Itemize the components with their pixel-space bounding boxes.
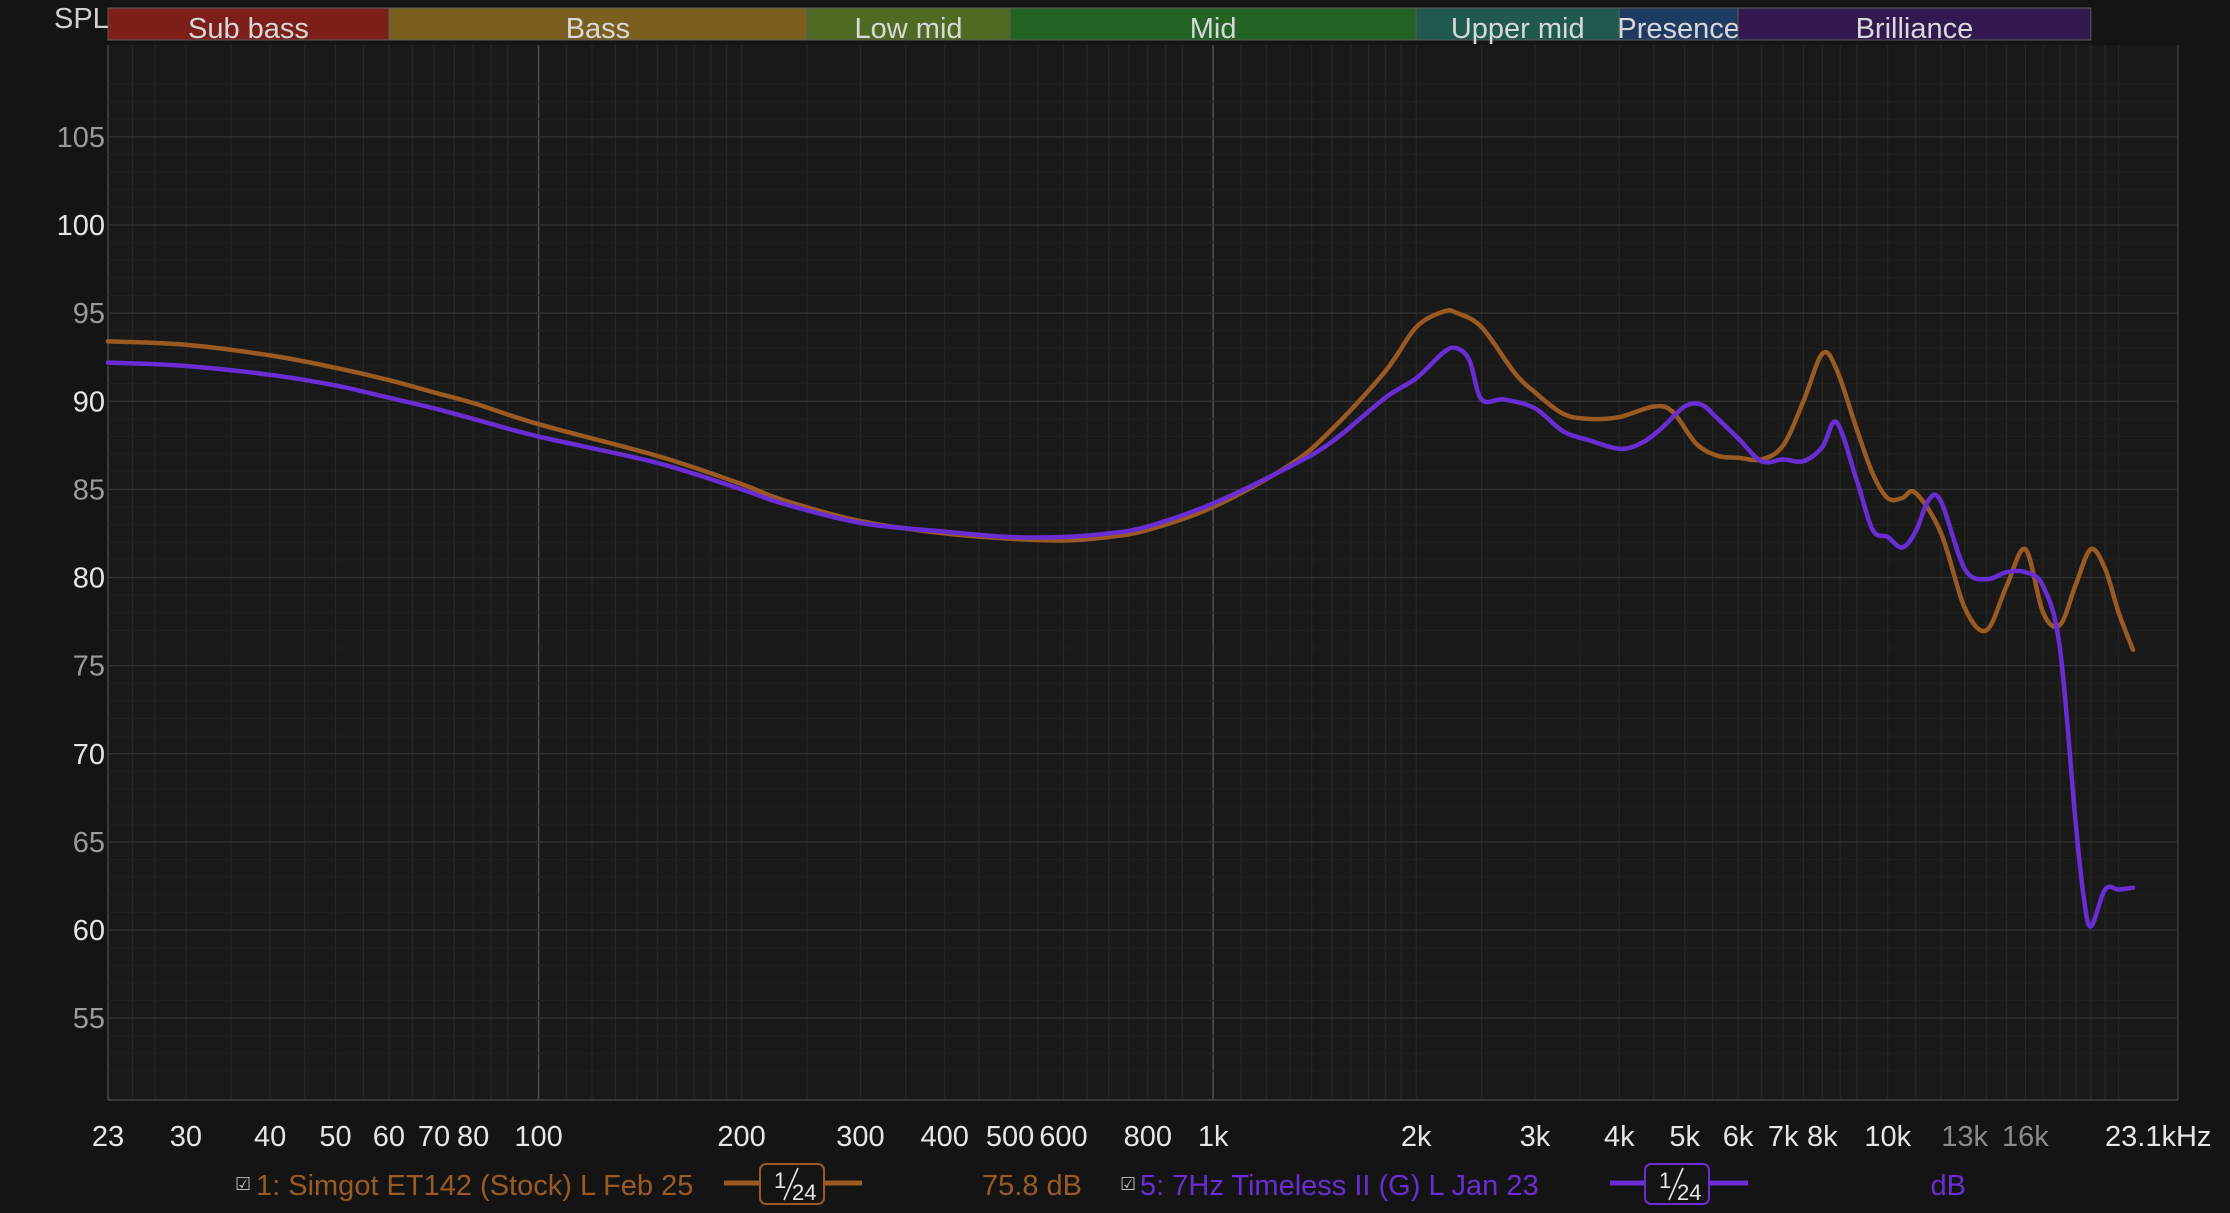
smoothing-denominator: 24 — [792, 1180, 816, 1205]
band-label: Presence — [1617, 13, 1740, 45]
x-tick-label: 10k — [1864, 1121, 1911, 1153]
x-tick-label: 1k — [1198, 1121, 1229, 1153]
x-tick-label: 23.1kHz — [2105, 1121, 2211, 1153]
x-tick-label: 400 — [921, 1121, 969, 1153]
x-tick-label: 2k — [1401, 1121, 1432, 1153]
y-tick-label: 100 — [57, 210, 105, 242]
x-tick-label: 500 — [986, 1121, 1034, 1153]
y-tick-label: 80 — [73, 563, 105, 595]
band-label: Bass — [566, 13, 630, 45]
legend-checkbox[interactable]: ☑ — [235, 1174, 251, 1194]
band-label: Low mid — [855, 13, 963, 45]
legend-level: 75.8 dB — [982, 1170, 1082, 1202]
y-axis-label: SPL — [54, 3, 109, 35]
y-tick-label: 60 — [73, 915, 105, 947]
x-tick-label: 600 — [1039, 1121, 1087, 1153]
x-tick-label: 60 — [373, 1121, 405, 1153]
legend-series-name: 5: 7Hz Timeless II (G) L Jan 23 — [1140, 1170, 1539, 1202]
x-tick-label: 200 — [717, 1121, 765, 1153]
x-tick-label: 100 — [514, 1121, 562, 1153]
x-tick-label: 50 — [319, 1121, 351, 1153]
plot-area — [108, 45, 2178, 1100]
x-tick-label: 40 — [254, 1121, 286, 1153]
x-tick-label: 3k — [1520, 1121, 1551, 1153]
legend-checkbox[interactable]: ☑ — [1120, 1174, 1136, 1194]
x-tick-label: 23 — [92, 1121, 124, 1153]
x-tick-label: 300 — [836, 1121, 884, 1153]
x-tick-label: 6k — [1723, 1121, 1754, 1153]
x-tick-label: 7k — [1768, 1121, 1799, 1153]
y-tick-label: 85 — [73, 474, 105, 506]
legend-level: dB — [1931, 1170, 1966, 1202]
smoothing-numerator: 1 — [774, 1168, 786, 1193]
x-tick-label: 16k — [2002, 1121, 2049, 1153]
y-tick-label: 70 — [73, 739, 105, 771]
smoothing-numerator: 1 — [1659, 1168, 1671, 1193]
frequency-band-bar: Sub bass Bass Low mid Mid Upper mid Presence B… — [107, 7, 2092, 45]
x-tick-label: 80 — [457, 1121, 489, 1153]
x-tick-label: 5k — [1669, 1121, 1700, 1153]
band-label: Upper mid — [1451, 13, 1585, 45]
band-label: Mid — [1190, 13, 1237, 45]
x-tick-label: 70 — [418, 1121, 450, 1153]
y-tick-label: 95 — [73, 298, 105, 330]
chart-svg: Sub bass Bass Low mid Mid Upper mid Presence B… — [0, 0, 2230, 1208]
x-tick-label: 4k — [1604, 1121, 1635, 1153]
y-tick-label: 90 — [73, 386, 105, 418]
band-label: Brilliance — [1856, 13, 1974, 45]
smoothing-denominator: 24 — [1677, 1180, 1701, 1205]
x-tick-label: 800 — [1124, 1121, 1172, 1153]
frequency-response-chart: Sub bass Bass Low mid Mid Upper mid Presence B… — [0, 0, 2230, 1208]
legend-series-name: 1: Simgot ET142 (Stock) L Feb 25 — [256, 1170, 693, 1202]
y-tick-label: 75 — [73, 651, 105, 683]
x-tick-label: 30 — [170, 1121, 202, 1153]
x-tick-label: 8k — [1807, 1121, 1838, 1153]
y-tick-label: 105 — [57, 122, 105, 154]
y-tick-label: 65 — [73, 827, 105, 859]
x-tick-label: 13k — [1941, 1121, 1988, 1153]
y-tick-label: 55 — [73, 1003, 105, 1035]
band-label: Sub bass — [188, 13, 309, 45]
